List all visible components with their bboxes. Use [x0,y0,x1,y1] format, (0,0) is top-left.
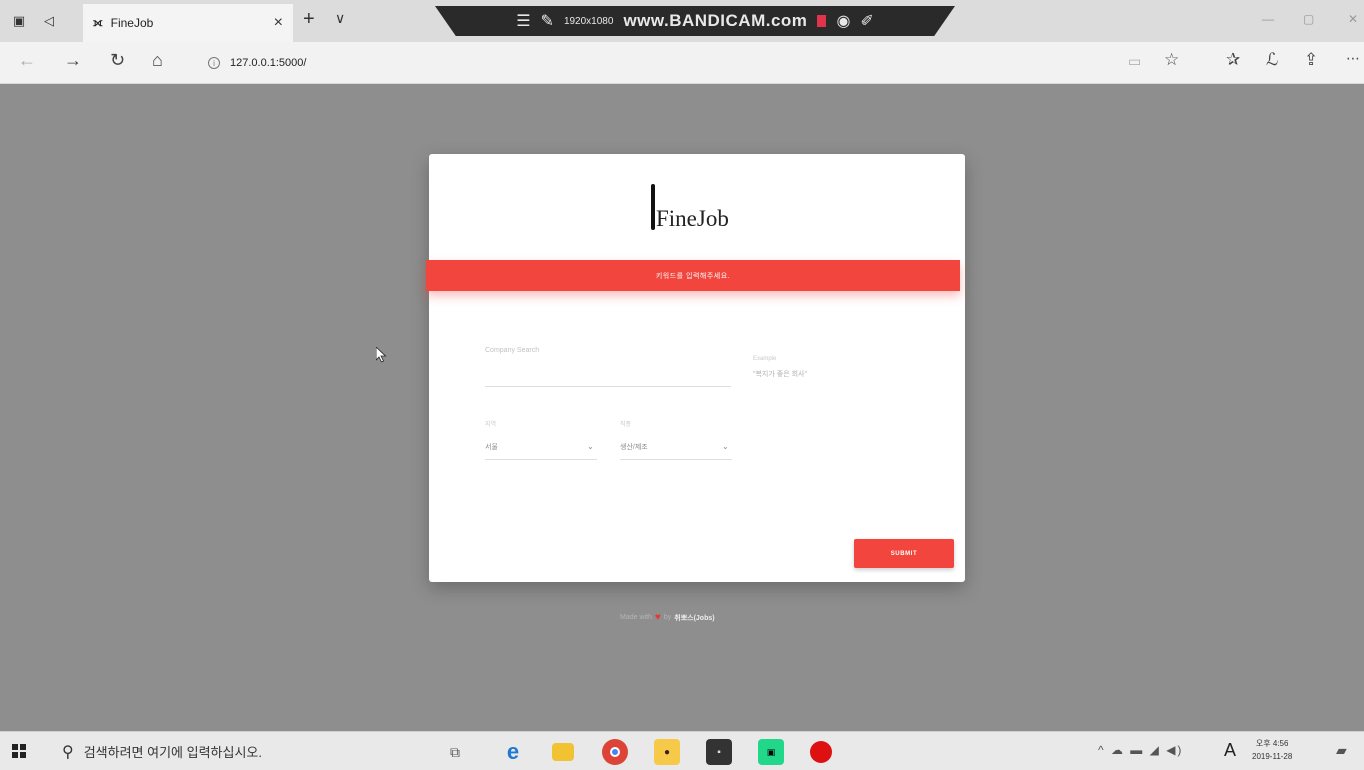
example-label: Example [753,356,777,362]
finejob-logo: FineJob [651,184,729,230]
taskbar-search[interactable]: ⚲ 검색하려면 여기에 입력하십시오. [62,732,432,770]
pin-icon[interactable]: ✎ [541,11,554,31]
refresh-icon[interactable]: ↻ [110,50,125,71]
maximize-icon[interactable]: ▢ [1303,12,1314,26]
region-select-value: 서울 [485,444,498,451]
new-tab-button[interactable]: + [303,8,315,31]
record-icon[interactable] [817,15,827,27]
camera-icon[interactable]: ◉ [836,11,850,31]
company-search-label: Company Search [485,347,540,354]
windows-start-icon[interactable] [12,744,26,763]
url-text: 127.0.0.1:5000/ [230,57,307,69]
recorder-overlay: ☰ ✎ 1920x1080 www.BANDICAM.com ◉ ✐ [435,6,955,36]
chrome-icon[interactable] [602,739,628,765]
job-select[interactable] [620,459,732,460]
logo-text: FineJob [656,206,729,231]
kakaotalk-icon[interactable]: ● [654,739,680,765]
recorder-brand: www.BANDICAM.com [623,11,808,30]
alert-banner: 키워드를 입력해주세요. [426,260,960,291]
tab-title: FineJob [110,16,154,30]
menu-icon[interactable]: ☰ [516,11,530,31]
search-card: FineJob [429,154,965,582]
company-search-input[interactable] [485,386,731,387]
system-tray-icons[interactable]: ^ ☁ ▬ ◢ ◀) [1098,743,1183,757]
tab-dropdown-icon[interactable]: ∨ [335,10,345,27]
clock-time: 오후 4:56 [1255,739,1289,748]
page-footer: Made with ♥ by 취뽀스(Jobs) [620,612,715,623]
taskbar-clock[interactable]: 오후 4:56 2019-11-28 [1252,737,1292,763]
taskbar-search-placeholder: 검색하려면 여기에 입력하십시오. [83,745,262,760]
notification-icon[interactable]: ▰ [1336,742,1347,759]
edge-browser-icon[interactable]: e [500,739,526,765]
favorite-star-icon[interactable]: ☆ [1164,50,1179,70]
job-select-value: 생산/제조 [620,444,648,451]
pycharm-icon[interactable]: ▣ [758,739,784,765]
pen-icon[interactable]: ℒ [1266,50,1278,70]
search-icon: ⚲ [62,743,74,761]
footer-team[interactable]: 취뽀스(Jobs) [674,613,714,623]
close-window-icon[interactable]: ✕ [1348,12,1358,26]
minimize-icon[interactable]: — [1262,12,1274,26]
windows-taskbar: ⚲ 검색하려면 여기에 입력하십시오. ⧉ e ● ▪ ▣ ^ ☁ ▬ ◢ ◀)… [0,731,1364,770]
reading-view-icon[interactable]: ▭ [1128,53,1141,70]
alert-message: 키워드를 입력해주세요. [655,272,731,280]
share-icon[interactable]: ⇪ [1304,50,1318,70]
more-icon[interactable]: ⋯ [1346,50,1360,67]
browser-tab[interactable]: ⟗ FineJob × [83,4,293,42]
browser-nav-bar: ← → ↻ ⌂ i 127.0.0.1:5000/ ▭ ☆ ✰ ℒ ⇪ ⋯ [0,42,1364,84]
tab-manager-icon[interactable]: ▣ [6,0,32,42]
task-view-icon[interactable]: ⧉ [442,739,468,765]
draw-icon[interactable]: ✐ [860,11,873,31]
file-explorer-icon[interactable] [552,743,574,761]
submit-button[interactable]: SUBMIT [854,539,954,568]
favicon-icon: ⟗ [93,16,103,29]
heart-icon: ♥ [654,612,661,623]
address-bar[interactable]: i 127.0.0.1:5000/ [200,49,1200,77]
forward-icon[interactable]: → [64,50,82,71]
back-icon[interactable]: ← [18,50,36,71]
favorites-hub-icon[interactable]: ✰ [1226,50,1240,70]
footer-prefix: Made with [620,614,652,621]
bandicam-record-icon[interactable] [810,741,832,763]
region-select[interactable] [485,459,597,460]
sticky-app-icon[interactable]: ▪ [706,739,732,765]
example-text: "복지가 좋은 회사" [753,371,807,378]
home-icon[interactable]: ⌂ [152,50,163,71]
back-tabs-icon[interactable]: ◁ [36,0,62,42]
region-select-label: 지역 [485,422,497,428]
tab-close-icon[interactable]: × [274,14,283,32]
clock-date: 2019-11-28 [1252,752,1293,761]
logo-mark-icon [651,184,655,230]
recorder-resolution: 1920x1080 [563,15,614,27]
ime-indicator[interactable]: A [1224,740,1236,761]
chevron-down-icon: ⌄ [587,442,594,451]
footer-by: by [663,614,672,621]
job-select-label: 직종 [620,422,632,428]
chevron-down-icon: ⌄ [722,442,729,451]
site-info-icon[interactable]: i [208,57,220,69]
